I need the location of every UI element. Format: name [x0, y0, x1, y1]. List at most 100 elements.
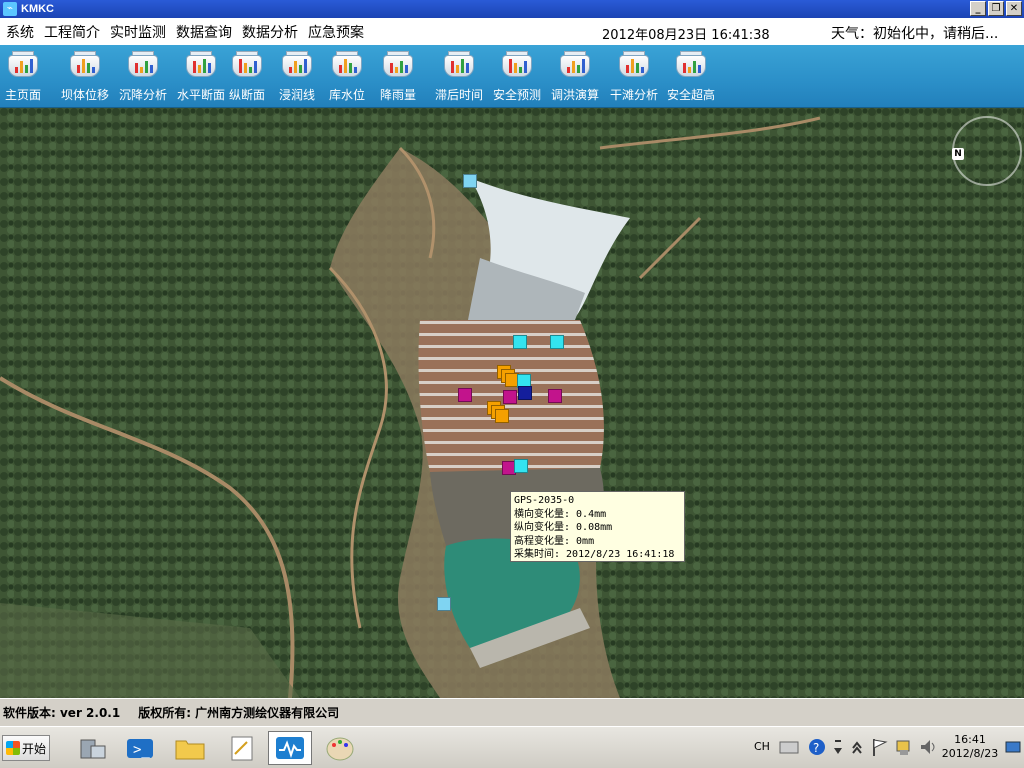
- bar-chart-icon: [126, 49, 160, 81]
- tooltip-line: 横向变化量: 0.4mm: [514, 508, 607, 520]
- network-icon[interactable]: [894, 732, 914, 764]
- bar-chart-icon: [617, 49, 651, 81]
- document-taskbar-button[interactable]: [220, 731, 264, 765]
- document-icon: [231, 736, 253, 761]
- window-title: KMKC: [21, 3, 54, 15]
- status-bar: 软件版本: ver 2.0.1 版权所有: 广州南方测绘仪器有限公司: [0, 698, 1024, 726]
- menu-data-query[interactable]: 数据查询: [176, 22, 232, 42]
- current-datetime: 2012年08月23日 16:41:38: [602, 28, 770, 43]
- sensor-marker[interactable]: [503, 390, 517, 404]
- sensor-marker[interactable]: [463, 174, 477, 188]
- toolbar-button[interactable]: 主页面: [5, 49, 41, 103]
- app-logo-icon: ⌁: [3, 2, 17, 16]
- sensor-marker[interactable]: [518, 386, 532, 400]
- weather-status: 天气：初始化中，请稍后...: [831, 26, 999, 42]
- tooltip-sensor-id: GPS-2035-0: [514, 495, 575, 506]
- toolbar-button-label: 安全预测: [493, 88, 542, 102]
- volume-icon[interactable]: [918, 732, 938, 764]
- sensor-marker[interactable]: [514, 459, 528, 473]
- compass-north-label: N: [952, 148, 964, 160]
- toolbar-button-label: 干滩分析: [610, 88, 659, 102]
- bar-chart-icon: [442, 49, 476, 81]
- toolbar-button[interactable]: 沉降分析: [119, 49, 167, 103]
- menu-system[interactable]: 系统: [6, 22, 34, 42]
- svg-text:>_: >_: [133, 742, 150, 758]
- tooltip-line: 采集时间: 2012/8/23 16:41:18: [514, 549, 675, 560]
- toolbar-button[interactable]: 安全超高: [667, 49, 715, 103]
- window-controls: _ ❐ ✕: [970, 1, 1022, 16]
- taskbar: 开始 >_ CH ? 16:41 2012/8/23: [0, 726, 1024, 768]
- start-button[interactable]: 开始: [2, 735, 50, 761]
- bar-chart-icon: [6, 49, 40, 81]
- keyboard-icon[interactable]: [778, 732, 800, 764]
- menu-project-intro[interactable]: 工程简介: [44, 22, 100, 42]
- server-icon: [80, 739, 106, 759]
- start-label: 开始: [22, 741, 47, 756]
- waveform-icon: [276, 737, 304, 759]
- sensor-marker[interactable]: [437, 597, 451, 611]
- monitoring-app-taskbar-button[interactable]: [268, 731, 312, 765]
- toolbar: 主页面 坝体位移 沉降分析 水平断面 纵断面 浸润线 库水位 降雨量 滞后时间 安全预测 调洪演算干…: [0, 45, 1024, 108]
- toolbar-button[interactable]: 干滩分析: [610, 49, 658, 103]
- paint-taskbar-button[interactable]: [318, 731, 362, 765]
- bar-chart-icon: [184, 49, 218, 81]
- copyright-text: 版权所有: 广州南方测绘仪器有限公司: [138, 706, 340, 720]
- sensor-marker[interactable]: [550, 335, 564, 349]
- bar-chart-icon: [381, 49, 415, 81]
- explorer-taskbar-button[interactable]: [168, 731, 212, 765]
- windows-logo-icon: [6, 741, 20, 755]
- server-manager-taskbar-button[interactable]: [70, 731, 114, 765]
- toolbar-button-label: 沉降分析: [119, 88, 168, 102]
- powershell-icon: >_: [127, 739, 153, 758]
- toolbar-button[interactable]: 浸润线: [279, 49, 315, 103]
- toolbar-button[interactable]: 调洪演算: [551, 49, 599, 103]
- toolbar-button[interactable]: 坝体位移: [61, 49, 109, 103]
- bar-chart-icon: [330, 49, 364, 81]
- restore-button[interactable]: ❐: [988, 1, 1004, 16]
- options-icon[interactable]: [832, 732, 844, 764]
- toolbar-button-label: 纵断面: [229, 88, 266, 102]
- show-desktop-icon[interactable]: [1004, 732, 1022, 764]
- toolbar-button[interactable]: 滞后时间: [435, 49, 483, 103]
- flag-icon[interactable]: [870, 732, 890, 764]
- menu-emergency-plan[interactable]: 应急预案: [308, 22, 364, 42]
- close-button[interactable]: ✕: [1006, 1, 1022, 16]
- toolbar-button-label: 水平断面: [177, 88, 226, 102]
- toolbar-button[interactable]: 安全预测: [493, 49, 541, 103]
- satellite-map[interactable]: N GPS-2035-0 横向变化量: 0.4mm 纵向变化量: 0.08mm …: [0, 108, 1024, 698]
- powershell-taskbar-button[interactable]: >_: [118, 731, 162, 765]
- toolbar-button-label: 库水位: [329, 88, 366, 102]
- menu-realtime-monitor[interactable]: 实时监测: [110, 22, 166, 42]
- menu-data-analysis[interactable]: 数据分析: [242, 22, 298, 42]
- toolbar-button[interactable]: 纵断面: [229, 49, 265, 103]
- toolbar-button-label: 调洪演算: [551, 88, 600, 102]
- sensor-marker[interactable]: [548, 389, 562, 403]
- sensor-marker[interactable]: [513, 335, 527, 349]
- svg-text:?: ?: [813, 741, 819, 755]
- minimize-button[interactable]: _: [970, 1, 986, 16]
- sensor-tooltip: GPS-2035-0 横向变化量: 0.4mm 纵向变化量: 0.08mm 高程…: [510, 491, 685, 562]
- input-language[interactable]: CH: [754, 740, 770, 753]
- toolbar-button-label: 坝体位移: [61, 88, 110, 102]
- toolbar-button-label: 安全超高: [667, 88, 716, 102]
- taskbar-clock[interactable]: 16:41 2012/8/23: [940, 733, 1000, 761]
- menu-bar: 系统 工程简介 实时监测 数据查询 数据分析 应急预案 2012年08月23日 …: [0, 18, 1024, 45]
- folder-icon: [175, 740, 205, 760]
- software-version: 软件版本: ver 2.0.1: [3, 706, 121, 720]
- toolbar-button[interactable]: 库水位: [329, 49, 365, 103]
- toolbar-button[interactable]: 水平断面: [177, 49, 225, 103]
- clock-time: 16:41: [954, 733, 986, 746]
- toolbar-button-label: 滞后时间: [435, 88, 484, 102]
- compass-control[interactable]: N: [952, 116, 1022, 186]
- bar-chart-icon: [500, 49, 534, 81]
- palette-icon: [326, 737, 354, 761]
- bar-chart-icon: [674, 49, 708, 81]
- toolbar-button-label: 浸润线: [279, 88, 316, 102]
- sensor-marker[interactable]: [458, 388, 472, 402]
- help-icon[interactable]: ?: [806, 732, 828, 764]
- show-hidden-icons-icon[interactable]: [850, 732, 864, 764]
- sensor-marker[interactable]: [495, 409, 509, 423]
- toolbar-button[interactable]: 降雨量: [380, 49, 416, 103]
- bar-chart-icon: [558, 49, 592, 81]
- bar-chart-icon: [230, 49, 264, 81]
